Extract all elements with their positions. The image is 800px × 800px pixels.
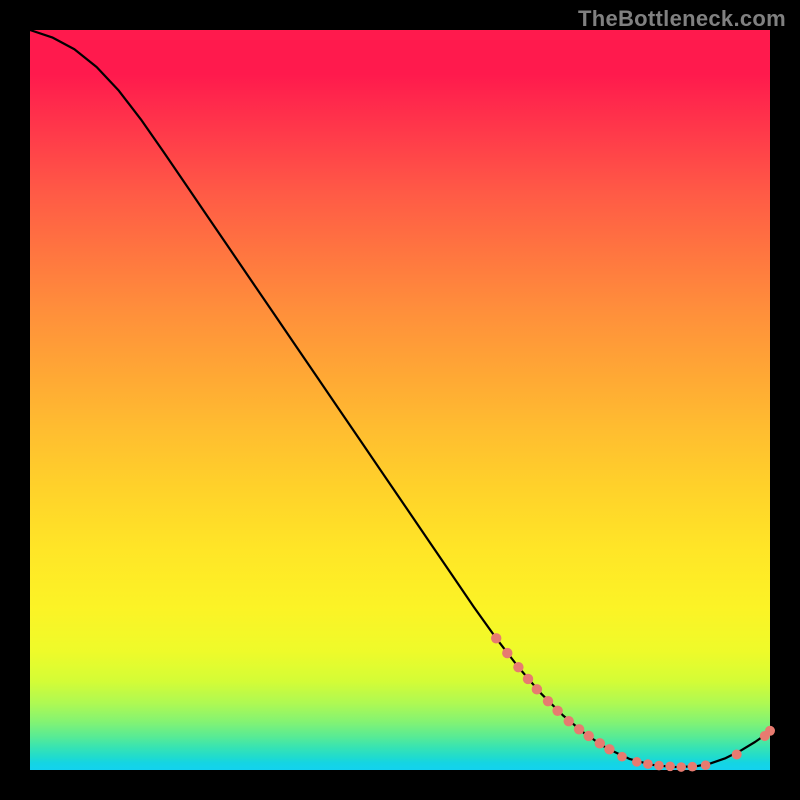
- data-marker: [701, 760, 711, 770]
- data-marker: [665, 762, 675, 772]
- data-marker: [643, 759, 653, 769]
- data-marker: [688, 762, 698, 772]
- data-marker: [595, 738, 605, 748]
- data-marker: [732, 749, 742, 759]
- chart-overlay: [30, 30, 770, 770]
- data-marker: [604, 744, 614, 754]
- data-marker: [523, 674, 533, 684]
- plot-area: [30, 30, 770, 770]
- data-marker: [543, 696, 553, 706]
- data-marker: [584, 731, 594, 741]
- data-marker: [552, 706, 562, 716]
- watermark-text: TheBottleneck.com: [578, 6, 786, 32]
- data-marker: [513, 662, 523, 672]
- data-marker: [564, 716, 574, 726]
- bottleneck-curve: [30, 30, 770, 767]
- data-marker: [532, 684, 542, 694]
- data-marker: [765, 726, 775, 736]
- data-marker: [654, 761, 664, 771]
- data-markers-group: [491, 633, 775, 772]
- data-marker: [574, 724, 584, 734]
- chart-stage: TheBottleneck.com: [0, 0, 800, 800]
- data-marker: [617, 752, 627, 762]
- data-marker: [491, 633, 501, 643]
- data-marker: [676, 762, 686, 772]
- data-marker: [502, 648, 512, 658]
- data-marker: [632, 757, 642, 767]
